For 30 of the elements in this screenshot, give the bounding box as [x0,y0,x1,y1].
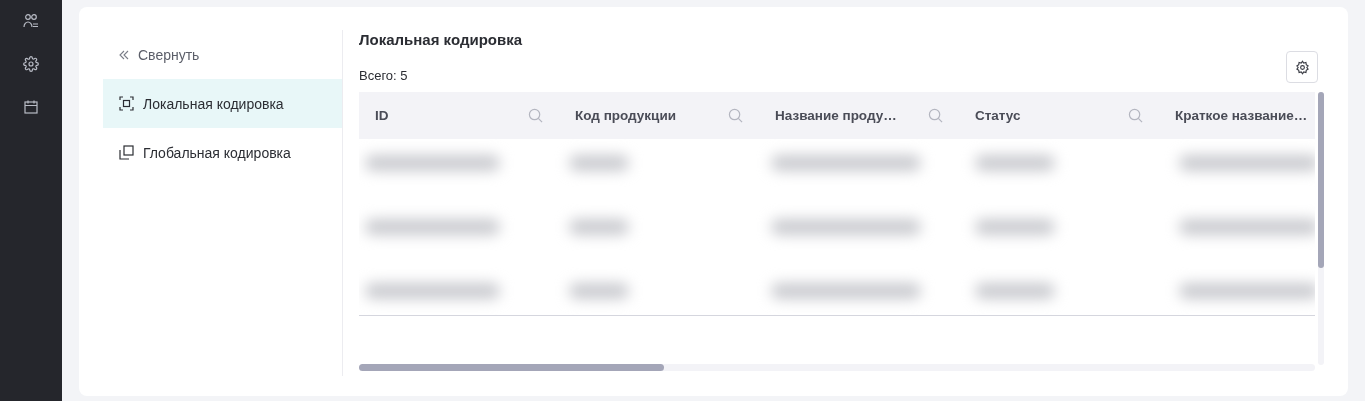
calendar-icon [23,99,39,115]
dashed-square-icon [119,96,134,111]
column-header: Статус [975,108,1021,123]
search-icon[interactable] [728,108,743,123]
nav-item[interactable]: Локальная кодировка [103,79,342,128]
search-icon[interactable] [928,108,943,123]
search-icon[interactable] [528,108,543,123]
users-icon [23,13,39,29]
gear-icon [1294,59,1310,75]
nav-item-label: Локальная кодировка [143,95,284,112]
blurred-text [569,219,629,235]
blurred-text [569,155,629,171]
column-header: ID [375,108,389,123]
double-chevron-icon [119,49,129,60]
column-header: Название проду… [775,108,897,123]
total-count: Всего: 5 [359,68,408,84]
vertical-scrollbar[interactable] [1318,92,1324,365]
horizontal-scrollbar[interactable] [359,364,1315,371]
blurred-text [569,283,629,299]
column-header: Краткое название… [1175,108,1308,123]
settings-button[interactable] [1286,51,1318,83]
settings-icon [23,56,39,72]
column-header: Код продукции [575,108,676,123]
collapse-button[interactable]: Свернуть [103,30,342,79]
page-title: Локальная кодировка [359,31,524,48]
nav-item[interactable]: Глобальная кодировка [103,128,342,177]
nav-item-label: Глобальная кодировка [143,144,291,161]
search-icon[interactable] [1128,108,1143,123]
copy-squares-icon [119,145,134,160]
collapse-label: Свернуть [138,46,200,63]
